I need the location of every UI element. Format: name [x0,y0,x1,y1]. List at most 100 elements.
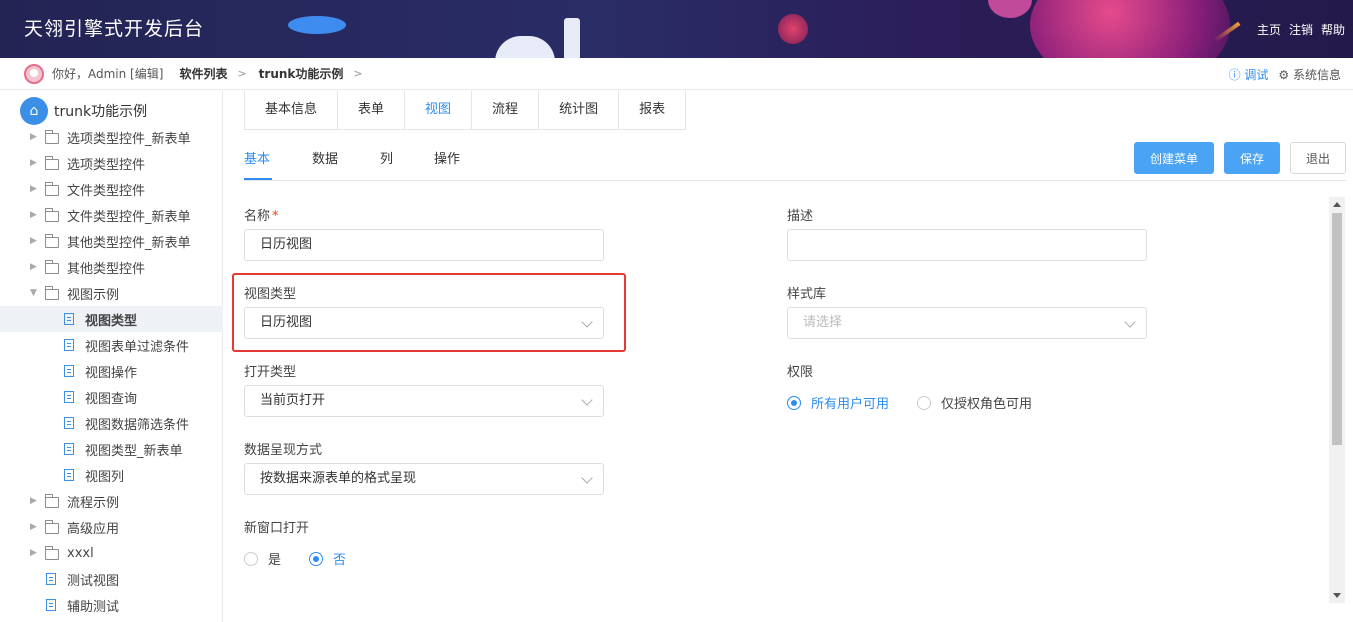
folder-icon [45,130,59,144]
sidebar-item[interactable]: ▶ 文件类型控件_新表单 [0,202,223,228]
caret-down-icon[interactable]: ▼ [30,288,37,298]
breadcrumb-software-list[interactable]: 软件列表 [179,65,227,82]
subtab-columns[interactable]: 列 [380,148,393,167]
help-link[interactable]: 帮助 [1321,21,1345,38]
sidebar-item[interactable]: 视图类型_新表单 [0,436,223,462]
create-menu-button[interactable]: 创建菜单 [1134,142,1214,174]
tab-chart[interactable]: 统计图 [539,91,620,129]
home-link[interactable]: 主页 [1257,21,1281,38]
document-icon [64,469,74,481]
sidebar-tree: ⌂ trunk功能示例 ▶ 选项类型控件_新表单 ▶ 选项类型控件 ▶ 文件类型控件 ▶ 文件… [0,91,223,622]
caret-right-icon[interactable]: ▶ [30,496,37,506]
sidebar-item[interactable]: ▶ 选项类型控件_新表单 [0,124,223,150]
sidebar-item-label: 视图操作 [85,365,138,381]
app-title: 天翎引擎式开发后台 [24,18,205,40]
caret-right-icon[interactable]: ▶ [30,132,37,142]
caret-right-icon[interactable]: ▶ [30,236,37,246]
planet-decoration [778,14,808,44]
caret-right-icon[interactable]: ▶ [30,522,37,532]
document-icon [64,443,74,455]
document-icon [64,365,74,377]
radio-all-users-label[interactable]: 所有用户可用 [811,393,889,412]
style-library-label: 样式库 [787,287,827,302]
radio-all-users[interactable] [787,395,801,410]
subtab-data[interactable]: 数据 [312,148,338,167]
sidebar-item[interactable]: ▶ 其他类型控件_新表单 [0,228,223,254]
sidebar-item[interactable]: 辅助测试 [0,592,223,618]
sidebar-item-label: 视图列 [85,469,125,485]
sidebar-item-label: xxxl [67,545,94,561]
display-mode-value: 按数据来源表单的格式呈现 [260,471,417,486]
style-library-select[interactable]: 请选择 [787,307,1147,339]
sidebar-item[interactable]: ▶ 高级应用 [0,514,223,540]
cloud-decoration [495,36,555,58]
folder-icon [45,520,59,534]
sidebar-item-label: 视图数据筛选条件 [85,417,190,433]
open-type-label: 打开类型 [244,365,297,380]
radio-authorized-roles-label[interactable]: 仅授权角色可用 [941,393,1032,412]
sidebar-item[interactable]: 视图操作 [0,358,223,384]
view-type-label: 视图类型 [244,287,297,302]
caret-right-icon[interactable]: ▶ [30,262,37,272]
tree-root[interactable]: ⌂ trunk功能示例 [20,97,222,125]
radio-authorized-roles[interactable] [917,395,932,410]
save-button[interactable]: 保存 [1224,142,1280,174]
exit-button[interactable]: 退出 [1290,142,1346,174]
tab-form[interactable]: 表单 [338,91,406,129]
subtab-actions[interactable]: 操作 [434,148,460,167]
name-label: 名称 * [244,209,279,224]
logout-link[interactable]: 注销 [1289,21,1313,38]
tab-flow[interactable]: 流程 [472,91,540,129]
folder-icon [45,208,59,222]
sidebar-item[interactable]: ▶ 流程示例 [0,488,223,514]
tree-root-label: trunk功能示例 [54,104,148,120]
debug-link[interactable]: ⓘ 调试 [1229,66,1269,83]
sidebar-item-label: 视图类型 [85,313,138,329]
sidebar-item[interactable]: 视图数据筛选条件 [0,410,223,436]
radio-no[interactable] [309,551,324,566]
breadcrumb-actions: ⓘ 调试 ⚙ 系统信息 [1229,66,1341,83]
scroll-down-icon[interactable] [1333,593,1341,598]
sidebar-item[interactable]: 视图类型 [0,306,223,332]
sidebar-item-label: 其他类型控件_新表单 [67,235,191,251]
sidebar-item[interactable]: ▶ 文件类型控件 [0,176,223,202]
sidebar-item[interactable]: 测试视图 [0,566,223,592]
sidebar-item[interactable]: ▶ 选项类型控件 [0,150,223,176]
view-type-select[interactable]: 日历视图 [244,307,604,339]
scrollbar[interactable] [1329,197,1345,603]
breadcrumb-trunk[interactable]: trunk功能示例 [259,65,344,82]
description-label: 描述 [787,209,814,224]
folder-icon [45,182,59,196]
document-icon [64,313,74,325]
caret-right-icon[interactable]: ▶ [30,210,37,220]
sidebar-item[interactable]: 视图查询 [0,384,223,410]
system-info-link[interactable]: ⚙ 系统信息 [1278,66,1341,83]
sidebar-item[interactable]: 视图表单过滤条件 [0,332,223,358]
sidebar-item[interactable]: ▶ 其他类型控件 [0,254,223,280]
main-tabs: 基本信息 表单 视图 流程 统计图 报表 [244,91,687,130]
name-input[interactable]: 日历视图 [244,229,604,261]
caret-right-icon[interactable]: ▶ [30,548,37,558]
sidebar-item[interactable]: ▼ 视图示例 [0,280,223,306]
tab-basic-info[interactable]: 基本信息 [245,91,339,129]
tab-report[interactable]: 报表 [619,91,686,129]
tab-view[interactable]: 视图 [405,91,473,129]
greeting[interactable]: 你好，Admin [编辑] [52,65,163,82]
open-type-select[interactable]: 当前页打开 [244,385,604,417]
radio-no-label[interactable]: 否 [333,549,346,568]
caret-right-icon[interactable]: ▶ [30,184,37,194]
description-input[interactable] [787,229,1147,261]
subtab-basic[interactable]: 基本 [244,148,270,167]
radio-yes[interactable] [244,551,258,566]
sidebar-item[interactable]: ▶ xxxl [0,540,223,566]
avatar[interactable] [24,63,44,84]
scroll-up-icon[interactable] [1333,202,1341,207]
display-mode-select[interactable]: 按数据来源表单的格式呈现 [244,463,604,495]
radio-yes-label[interactable]: 是 [268,549,281,568]
chevron-down-icon [581,316,593,328]
caret-right-icon[interactable]: ▶ [30,158,37,168]
big-planet-decoration [1030,0,1230,58]
scroll-thumb[interactable] [1332,213,1342,445]
sidebar-item[interactable]: 视图列 [0,462,223,488]
document-icon [46,573,56,585]
